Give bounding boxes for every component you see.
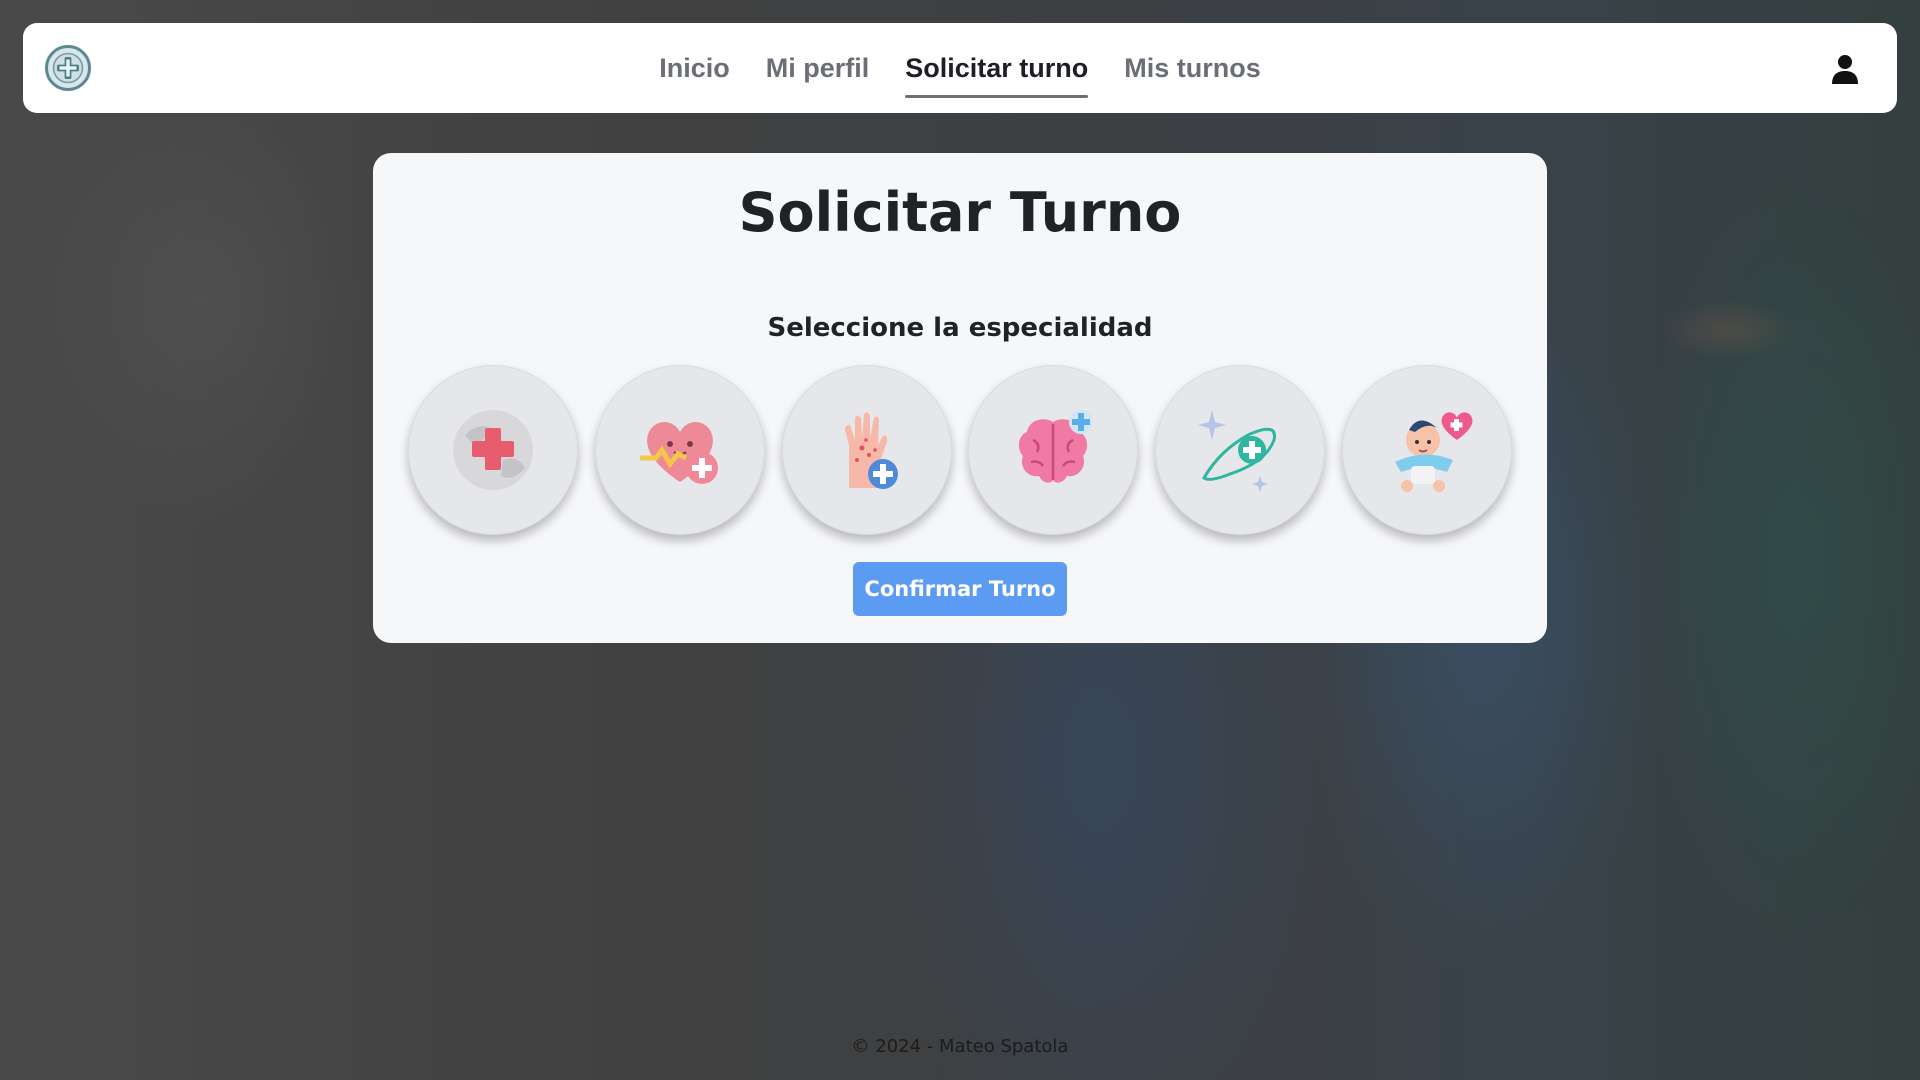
page-title: Solicitar Turno	[738, 181, 1182, 244]
specialty-option-general[interactable]	[408, 365, 578, 535]
top-navbar: Inicio Mi perfil Solicitar turno Mis tur…	[23, 23, 1897, 113]
baby-heart-icon	[1394, 412, 1473, 492]
nav-link-mis-turnos[interactable]: Mis turnos	[1124, 47, 1261, 90]
specialty-prompt: Seleccione la especialidad	[767, 313, 1153, 343]
nav-link-mi-perfil[interactable]: Mi perfil	[766, 47, 870, 90]
confirm-appointment-button[interactable]: Confirmar Turno	[853, 562, 1067, 616]
specialty-option-dermatology[interactable]	[781, 365, 952, 535]
orbit-sparkle-plus-icon	[1198, 410, 1277, 492]
heart-rate-plus-icon	[639, 421, 718, 484]
globe-medical-cross-icon	[453, 410, 533, 490]
brain-plus-icon	[1019, 410, 1094, 483]
specialty-option-alternative[interactable]	[1155, 365, 1326, 535]
request-appointment-card: Solicitar Turno Seleccione la especialid…	[373, 153, 1547, 643]
specialty-list	[408, 365, 1512, 537]
specialty-option-cardiology[interactable]	[594, 365, 765, 535]
specialty-option-neurology[interactable]	[968, 365, 1139, 535]
nav-link-solicitar-turno[interactable]: Solicitar turno	[905, 47, 1089, 98]
specialty-option-pediatrics[interactable]	[1341, 365, 1512, 535]
main-nav: Inicio Mi perfil Solicitar turno Mis tur…	[23, 23, 1897, 113]
nav-link-inicio[interactable]: Inicio	[659, 47, 730, 90]
user-icon[interactable]	[1829, 53, 1861, 85]
footer-copyright: © 2024 - Mateo Spatola	[851, 1036, 1069, 1057]
hand-skin-plus-icon	[844, 412, 898, 489]
